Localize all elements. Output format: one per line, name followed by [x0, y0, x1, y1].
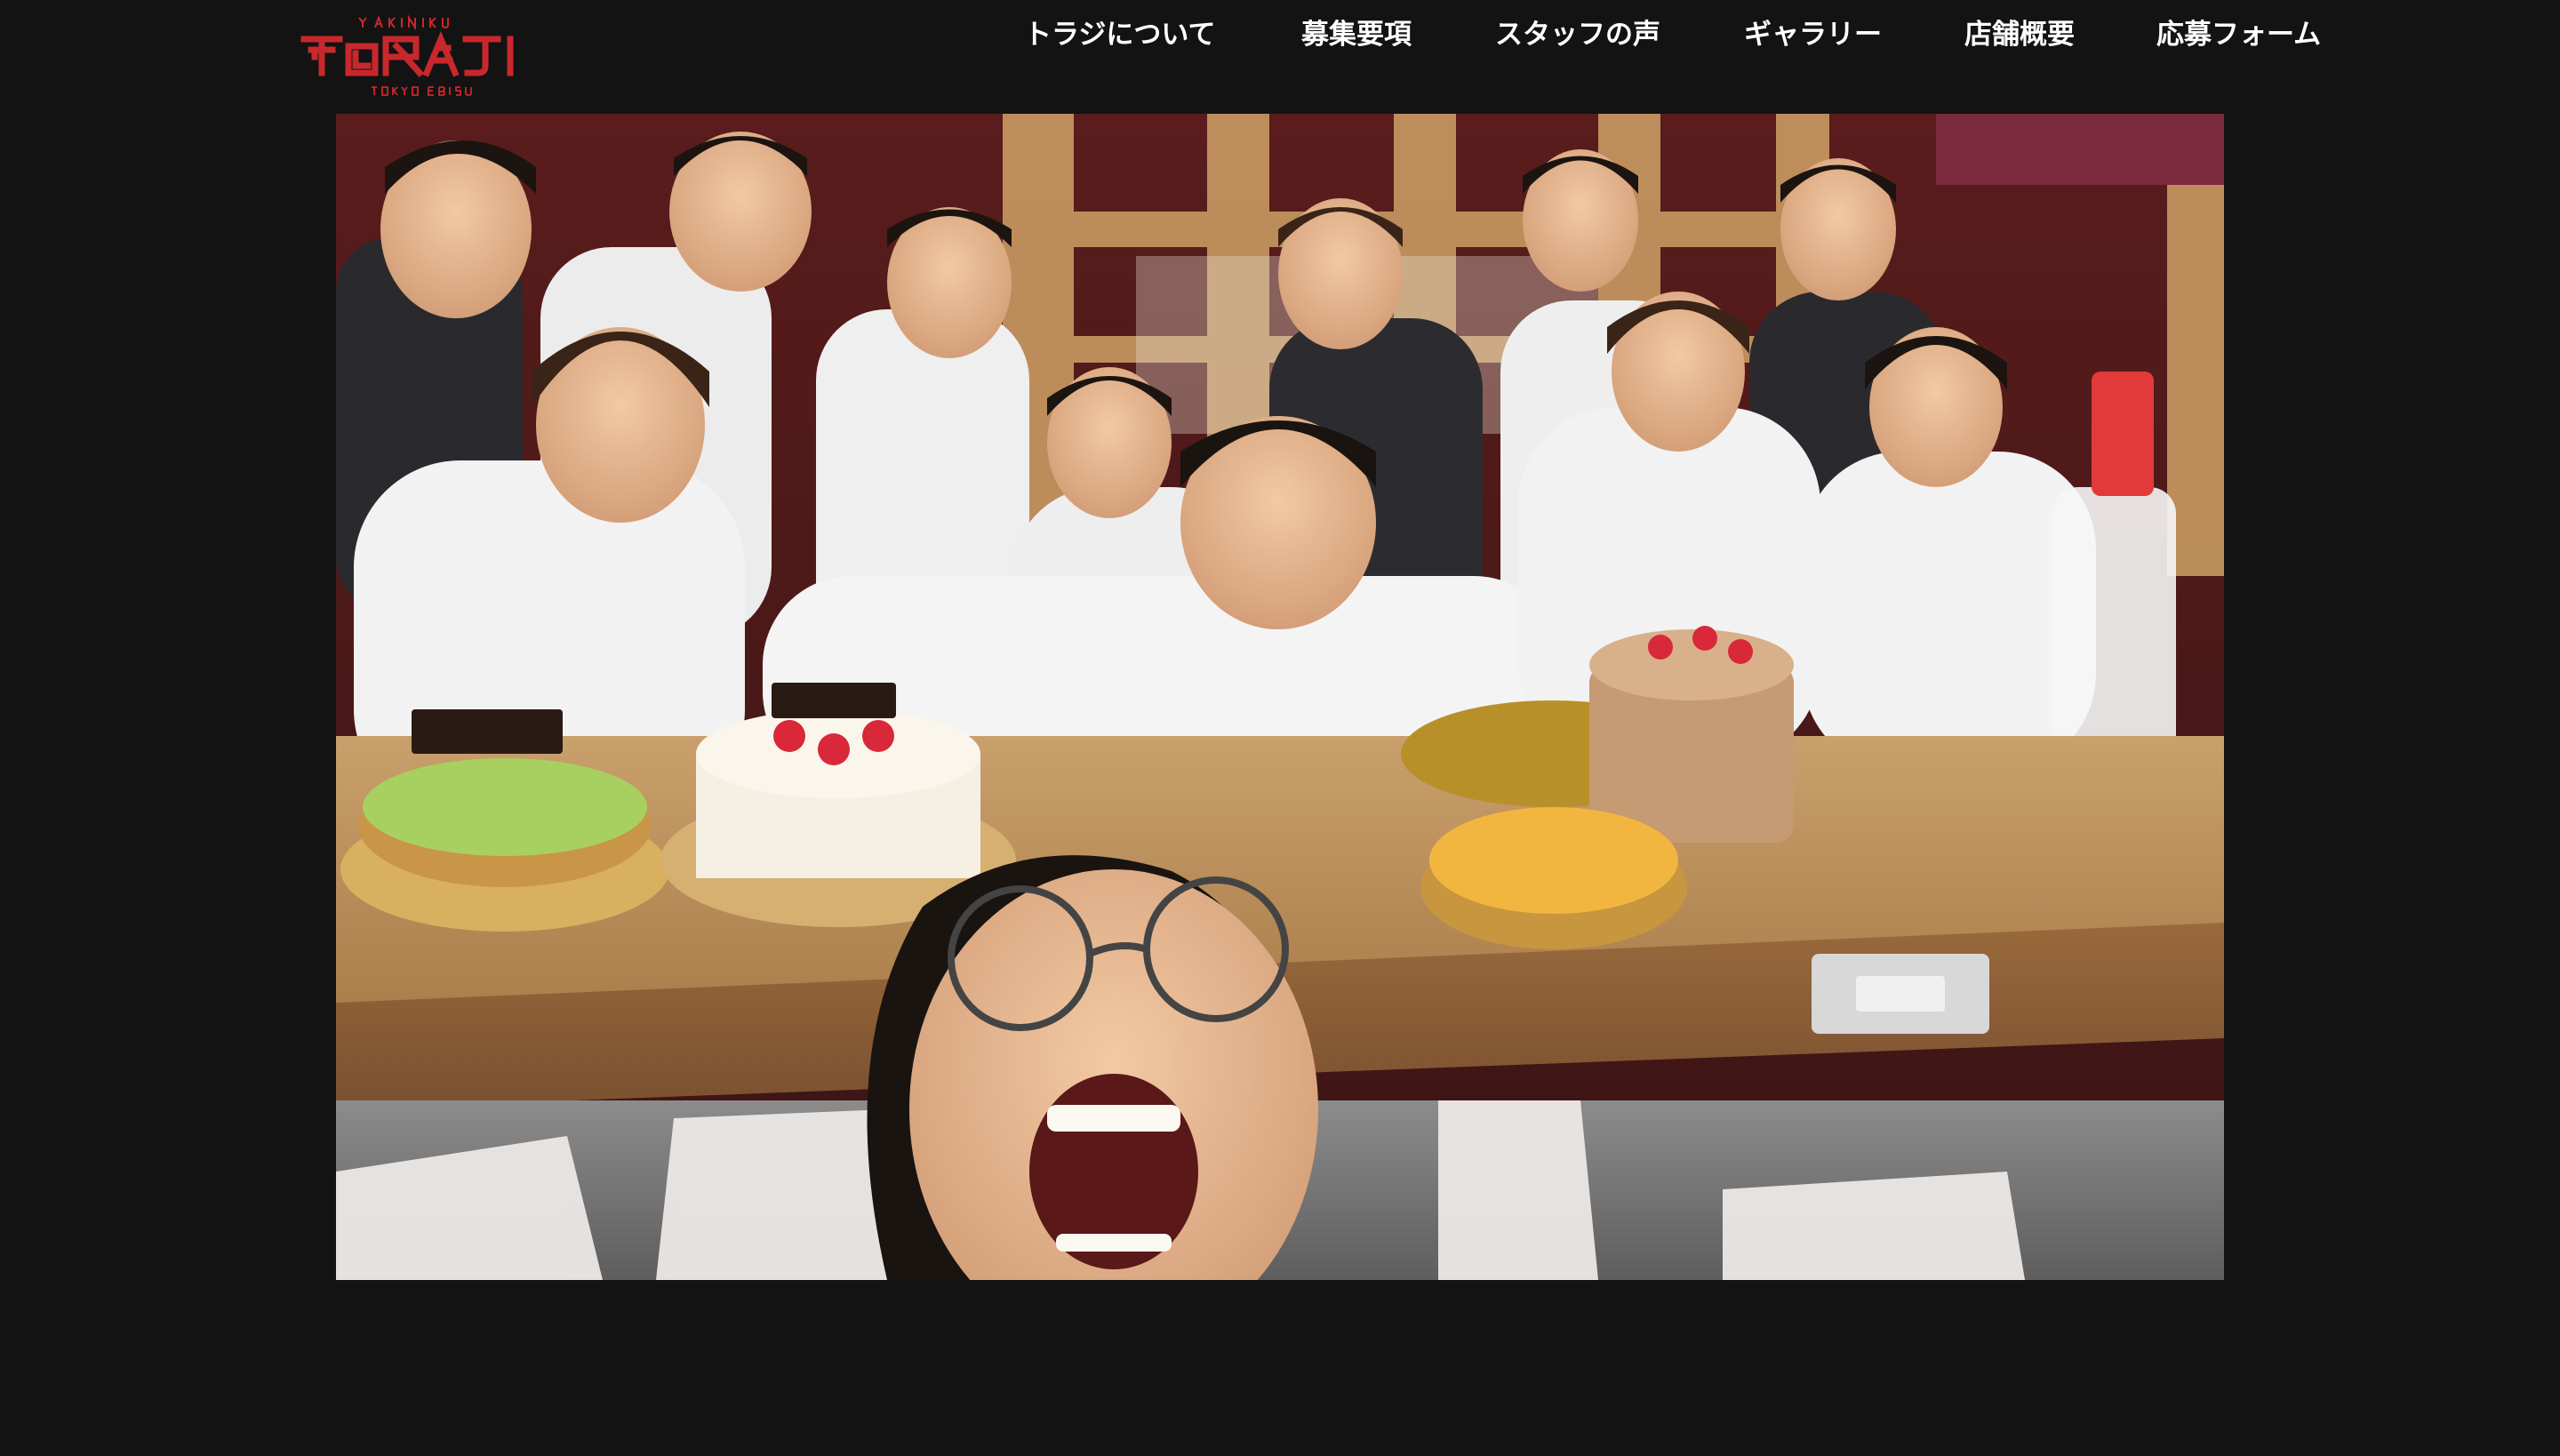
- logo-main-lettering: [300, 30, 514, 77]
- nav-item-about[interactable]: トラジについて: [1024, 14, 1215, 55]
- nav-item-store-info[interactable]: 店舗概要: [1964, 14, 2075, 55]
- toraji-logo-graphic: [300, 14, 514, 96]
- nav-item-application-form[interactable]: 応募フォーム: [2156, 14, 2321, 55]
- nav-item-requirements[interactable]: 募集要項: [1301, 14, 1412, 55]
- logo-bottom-lettering: [372, 86, 472, 96]
- nav-item-gallery[interactable]: ギャラリー: [1744, 14, 1882, 55]
- main-navigation: トラジについて 募集要項 スタッフの声 ギャラリー 店舗概要 応募フォーム: [996, 0, 2560, 71]
- staff-group-photo-illustration: [336, 114, 2224, 1280]
- brand-logo[interactable]: [300, 14, 532, 103]
- logo-top-lettering: [358, 14, 449, 31]
- staff-group-photo: [336, 114, 2224, 1280]
- nav-item-staff-voices[interactable]: スタッフの声: [1495, 14, 1660, 55]
